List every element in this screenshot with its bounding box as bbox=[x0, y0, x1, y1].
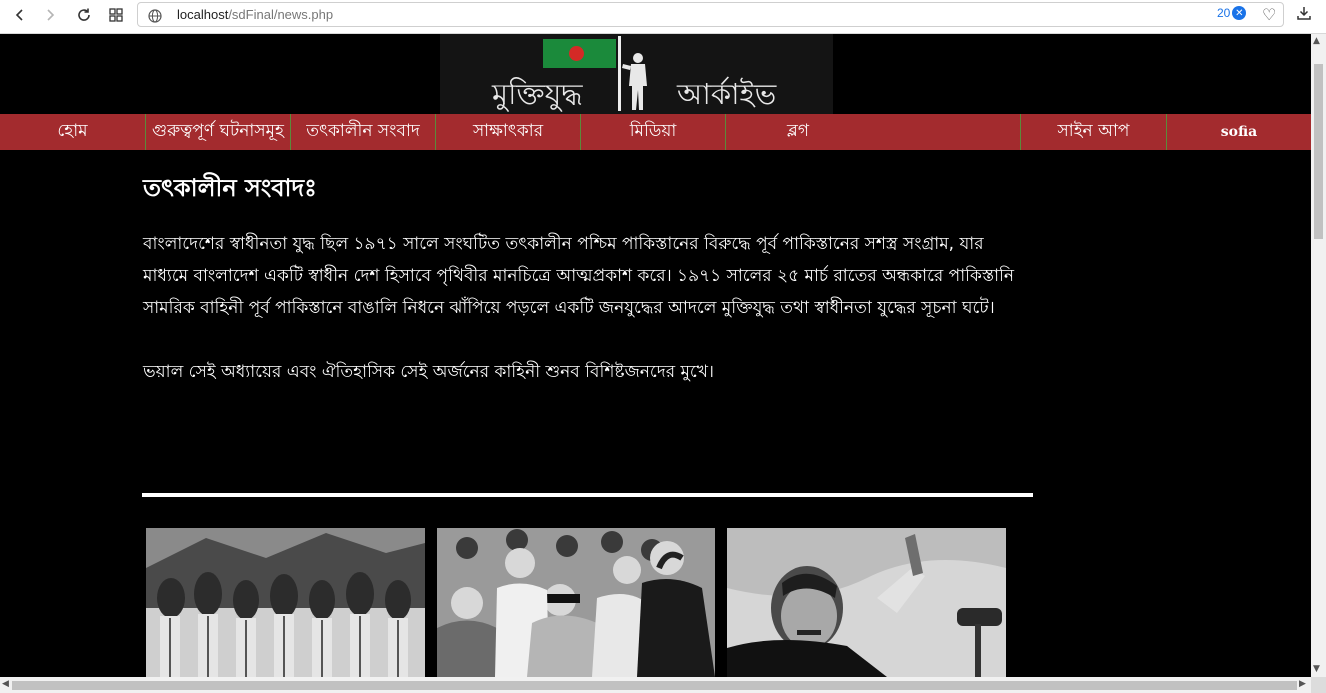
article-paragraph-1: বাংলাদেশের স্বাধীনতা যুদ্ধ ছিল ১৯৭১ সালে… bbox=[143, 234, 1015, 318]
reload-icon[interactable] bbox=[72, 4, 96, 26]
forward-arrow-icon[interactable] bbox=[38, 4, 62, 26]
flag-icon bbox=[543, 39, 616, 68]
section-divider bbox=[142, 493, 1033, 497]
menu-item-home[interactable]: হোম bbox=[0, 114, 145, 150]
heart-icon[interactable]: ♡ bbox=[1262, 5, 1276, 24]
menu-item-blog[interactable]: ব্লগ bbox=[725, 114, 870, 150]
horizontal-scroll-thumb[interactable] bbox=[12, 681, 1297, 690]
menu-item-contemporary-news[interactable]: তৎকালীন সংবাদ bbox=[290, 114, 435, 150]
vertical-scroll-thumb[interactable] bbox=[1314, 64, 1323, 239]
menu-item-interviews[interactable]: সাক্ষাৎকার bbox=[435, 114, 580, 150]
badge-count: 20 bbox=[1217, 6, 1231, 20]
menu-item-user[interactable]: sofia bbox=[1166, 114, 1311, 150]
scrollbar-corner bbox=[1311, 677, 1326, 693]
url-path: /sdFinal/news.php bbox=[228, 7, 334, 22]
page-title: তৎকালীন সংবাদঃ bbox=[143, 174, 317, 202]
freedom-fighter-icon bbox=[622, 53, 647, 110]
close-icon[interactable]: ✕ bbox=[1232, 6, 1247, 20]
scroll-left-icon[interactable]: ◀ bbox=[2, 679, 9, 689]
photo-leaders-group[interactable] bbox=[437, 528, 715, 677]
photo-soldiers[interactable] bbox=[146, 528, 425, 677]
menu-item-important-events[interactable]: গুরুত্বপূর্ণ ঘটনাসমূহ bbox=[145, 114, 290, 150]
horizontal-scrollbar[interactable]: ◀ ▶ bbox=[0, 677, 1311, 693]
photo-speech[interactable] bbox=[727, 528, 1006, 677]
page-viewport: মুক্তিযুদ্ধ আর্কাইভ হোম গুরুত্বপূর্ণ ঘটন… bbox=[0, 34, 1311, 677]
site-logo[interactable]: মুক্তিযুদ্ধ আর্কাইভ bbox=[440, 34, 833, 114]
scroll-down-icon[interactable]: ▼ bbox=[1313, 664, 1320, 674]
vertical-scrollbar[interactable]: ▲ ▼ bbox=[1311, 34, 1326, 677]
download-icon[interactable] bbox=[1296, 5, 1312, 25]
article-paragraph-2: ভয়াল সেই অধ্যায়ের এবং ঐতিহাসিক সেই অর্… bbox=[143, 362, 714, 382]
menu-item-signup[interactable]: সাইন আপ bbox=[1020, 114, 1166, 150]
menu-spacer bbox=[870, 114, 1020, 150]
browser-toolbar: localhost/sdFinal/news.php 20 ✕ ♡ bbox=[0, 0, 1326, 34]
menu-item-media[interactable]: মিডিয়া bbox=[580, 114, 725, 150]
tracker-badge[interactable]: 20 ✕ bbox=[1217, 6, 1247, 20]
address-bar[interactable]: localhost/sdFinal/news.php 20 ✕ ♡ bbox=[137, 2, 1284, 27]
globe-icon bbox=[148, 8, 162, 27]
main-menu: হোম গুরুত্বপূর্ণ ঘটনাসমূহ তৎকালীন সংবাদ … bbox=[0, 114, 1311, 150]
url-text[interactable]: localhost/sdFinal/news.php bbox=[177, 7, 333, 22]
article: তৎকালীন সংবাদঃ বাংলাদেশের স্বাধীনতা যুদ্… bbox=[143, 170, 1043, 388]
grid-icon[interactable] bbox=[104, 4, 128, 26]
back-arrow-icon[interactable] bbox=[8, 4, 32, 26]
url-host: localhost bbox=[177, 7, 229, 22]
scroll-up-icon[interactable]: ▲ bbox=[1313, 36, 1320, 46]
scroll-right-icon[interactable]: ▶ bbox=[1299, 679, 1306, 689]
